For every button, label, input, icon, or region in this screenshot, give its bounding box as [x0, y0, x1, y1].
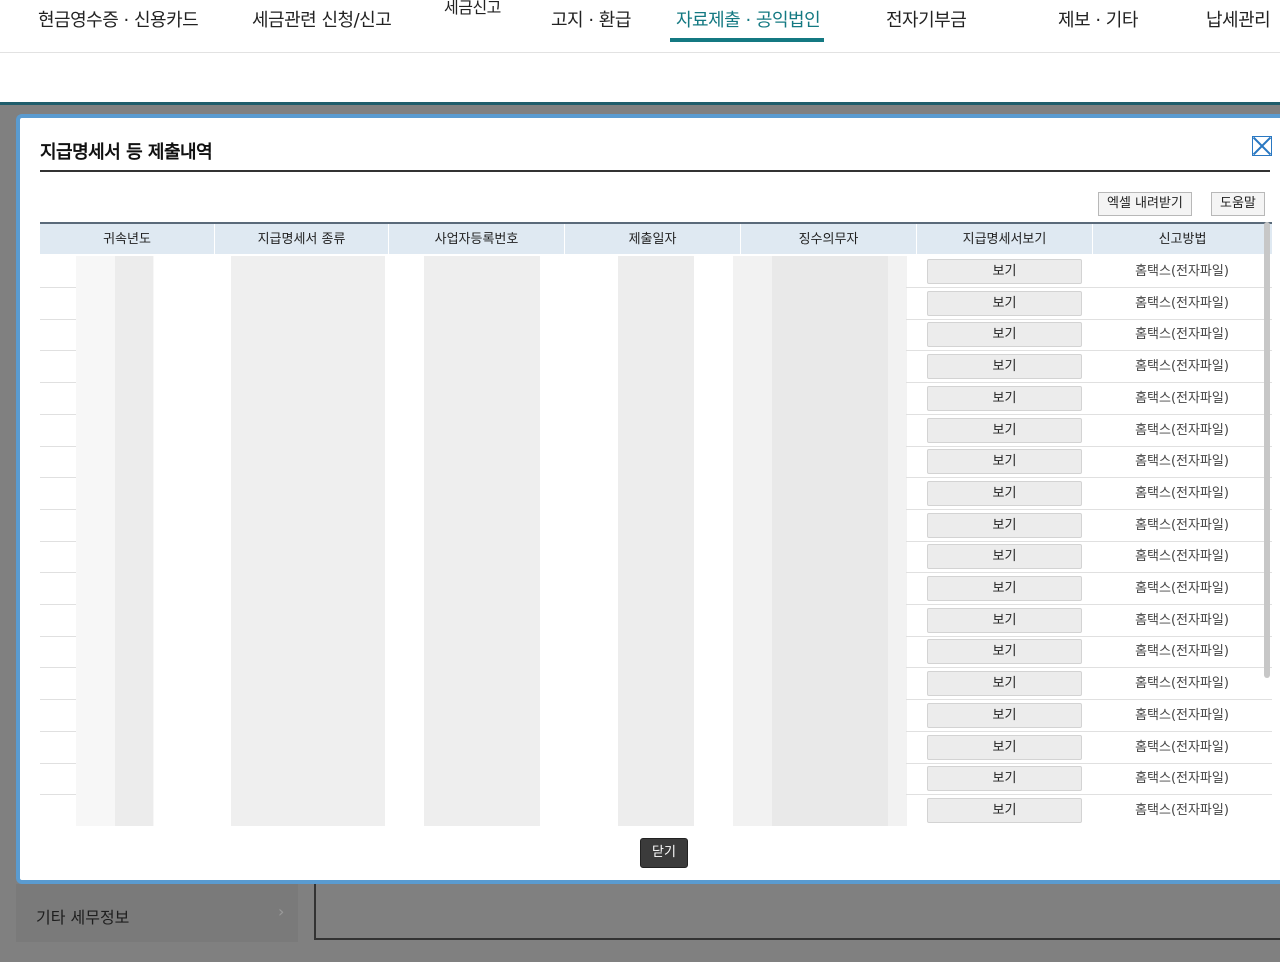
filing-method-cell: 홈택스(전자파일)	[1135, 485, 1229, 501]
view-statement-button[interactable]: 보기	[927, 702, 1082, 728]
view-statement-button[interactable]: 보기	[927, 766, 1082, 792]
view-statement-button[interactable]: 보기	[927, 417, 1082, 443]
sidebar-item-label: 기타 세무정보	[36, 908, 130, 927]
filing-method-cell: 홈택스(전자파일)	[1135, 581, 1229, 596]
filing-method-cell: 홈택스(전자파일)	[1135, 359, 1229, 375]
nav-divider	[0, 52, 1280, 53]
view-statement-button[interactable]: 보기	[927, 607, 1082, 633]
nav-item-tax-application[interactable]: 세금관련 신청/신고	[252, 6, 392, 32]
view-statement-button[interactable]: 보기	[927, 639, 1082, 665]
view-statement-button[interactable]: 보기	[927, 290, 1082, 316]
close-button[interactable]: 닫기	[640, 838, 688, 868]
nav-item-tax-return[interactable]: 세금신고	[444, 0, 501, 18]
nav-item-tax-management[interactable]: 납세관리	[1206, 6, 1271, 32]
top-navigation: 현금영수증 · 신용카드 세금관련 신청/신고 세금신고 고지 · 환급 자료제…	[0, 0, 1280, 105]
column-header-withholding-agent: 징수의무자	[741, 224, 917, 254]
table-row: 보기 홈택스(전자파일)	[40, 541, 1272, 574]
table-row: 보기 홈택스(전자파일)	[40, 446, 1272, 479]
table-row: 보기 홈택스(전자파일)	[40, 256, 1272, 288]
view-statement-button[interactable]: 보기	[927, 734, 1082, 760]
table-body: 보기 홈택스(전자파일) 보기 홈택스(전자파일) 보기 홈택스(전자파일) 보기 홈택스(전…	[40, 256, 1272, 826]
table-header: 귀속년도 지급명세서 종류 사업자등록번호 제출일자 징수의무자 지급명세서보기…	[40, 222, 1272, 254]
table-row: 보기 홈택스(전자파일)	[40, 763, 1272, 796]
table-row: 보기 홈택스(전자파일)	[40, 415, 1272, 447]
filing-method-cell: 홈택스(전자파일)	[1135, 707, 1229, 723]
view-statement-button[interactable]: 보기	[927, 671, 1082, 697]
view-statement-button[interactable]: 보기	[927, 354, 1082, 380]
view-statement-button[interactable]: 보기	[927, 322, 1082, 348]
column-header-statement-type: 지급명세서 종류	[215, 224, 389, 254]
view-statement-button[interactable]: 보기	[927, 385, 1082, 411]
table-row: 보기 홈택스(전자파일)	[40, 319, 1272, 352]
nav-item-report-etc[interactable]: 제보 · 기타	[1058, 6, 1138, 32]
nav-item-e-donation[interactable]: 전자기부금	[886, 6, 967, 32]
filing-method-cell: 홈택스(전자파일)	[1135, 612, 1229, 628]
table-scrollbar[interactable]	[1264, 222, 1270, 678]
table-row: 보기 홈택스(전자파일)	[40, 573, 1272, 605]
filing-method-cell: 홈택스(전자파일)	[1135, 295, 1229, 311]
table-row: 보기 홈택스(전자파일)	[40, 510, 1272, 542]
column-header-business-number: 사업자등록번호	[389, 224, 565, 254]
filing-method-cell: 홈택스(전자파일)	[1135, 771, 1229, 787]
filing-method-cell: 홈택스(전자파일)	[1135, 739, 1229, 755]
help-button[interactable]: 도움말	[1211, 192, 1265, 216]
filing-method-cell: 홈택스(전자파일)	[1135, 517, 1229, 533]
nav-item-cash-receipt[interactable]: 현금영수증 · 신용카드	[38, 6, 199, 32]
title-divider	[40, 170, 1270, 172]
filing-method-cell: 홈택스(전자파일)	[1135, 390, 1229, 406]
view-statement-button[interactable]: 보기	[927, 544, 1082, 570]
excel-download-button[interactable]: 엑셀 내려받기	[1098, 192, 1192, 216]
table-row: 보기 홈택스(전자파일)	[40, 795, 1272, 826]
chevron-right-icon: ›	[278, 902, 285, 921]
filing-method-cell: 홈택스(전자파일)	[1135, 327, 1229, 343]
table-row: 보기 홈택스(전자파일)	[40, 605, 1272, 637]
table-row: 보기 홈택스(전자파일)	[40, 351, 1272, 384]
view-statement-button[interactable]: 보기	[927, 512, 1082, 538]
nav-item-data-submission[interactable]: 자료제출 · 공익법인	[669, 6, 825, 42]
table-row: 보기 홈택스(전자파일)	[40, 700, 1272, 732]
table-row: 보기 홈택스(전자파일)	[40, 383, 1272, 415]
table-row: 보기 홈택스(전자파일)	[40, 288, 1272, 320]
view-statement-button[interactable]: 보기	[927, 480, 1082, 506]
view-statement-button[interactable]: 보기	[927, 259, 1082, 284]
filing-method-cell: 홈택스(전자파일)	[1135, 264, 1229, 279]
table-row: 보기 홈택스(전자파일)	[40, 732, 1272, 764]
filing-method-cell: 홈택스(전자파일)	[1135, 549, 1229, 565]
filing-method-cell: 홈택스(전자파일)	[1135, 802, 1229, 818]
filing-method-cell: 홈택스(전자파일)	[1135, 422, 1229, 438]
nav-item-notice-refund[interactable]: 고지 · 환급	[551, 6, 631, 32]
column-header-view-statement: 지급명세서보기	[917, 224, 1093, 254]
table-row: 보기 홈택스(전자파일)	[40, 636, 1272, 669]
submission-history-modal: 지급명세서 등 제출내역 엑셀 내려받기 도움말 귀속년도 지급명세서 종류 사…	[16, 114, 1280, 884]
content-area	[314, 884, 1280, 940]
filing-method-cell: 홈택스(전자파일)	[1135, 454, 1229, 470]
close-icon[interactable]	[1252, 136, 1272, 156]
view-statement-button[interactable]: 보기	[927, 797, 1082, 823]
table-row: 보기 홈택스(전자파일)	[40, 668, 1272, 701]
view-statement-button[interactable]: 보기	[927, 449, 1082, 475]
column-header-filing-method: 신고방법	[1158, 232, 1207, 247]
table-row: 보기 홈택스(전자파일)	[40, 478, 1272, 510]
modal-title: 지급명세서 등 제출내역	[40, 142, 213, 163]
sidebar-item-other-tax-info[interactable]: 기타 세무정보 ›	[16, 884, 298, 942]
column-header-year: 귀속년도	[40, 224, 215, 254]
filing-method-cell: 홈택스(전자파일)	[1135, 644, 1229, 660]
column-header-submission-date: 제출일자	[565, 224, 741, 254]
view-statement-button[interactable]: 보기	[927, 576, 1082, 601]
filing-method-cell: 홈택스(전자파일)	[1135, 676, 1229, 692]
